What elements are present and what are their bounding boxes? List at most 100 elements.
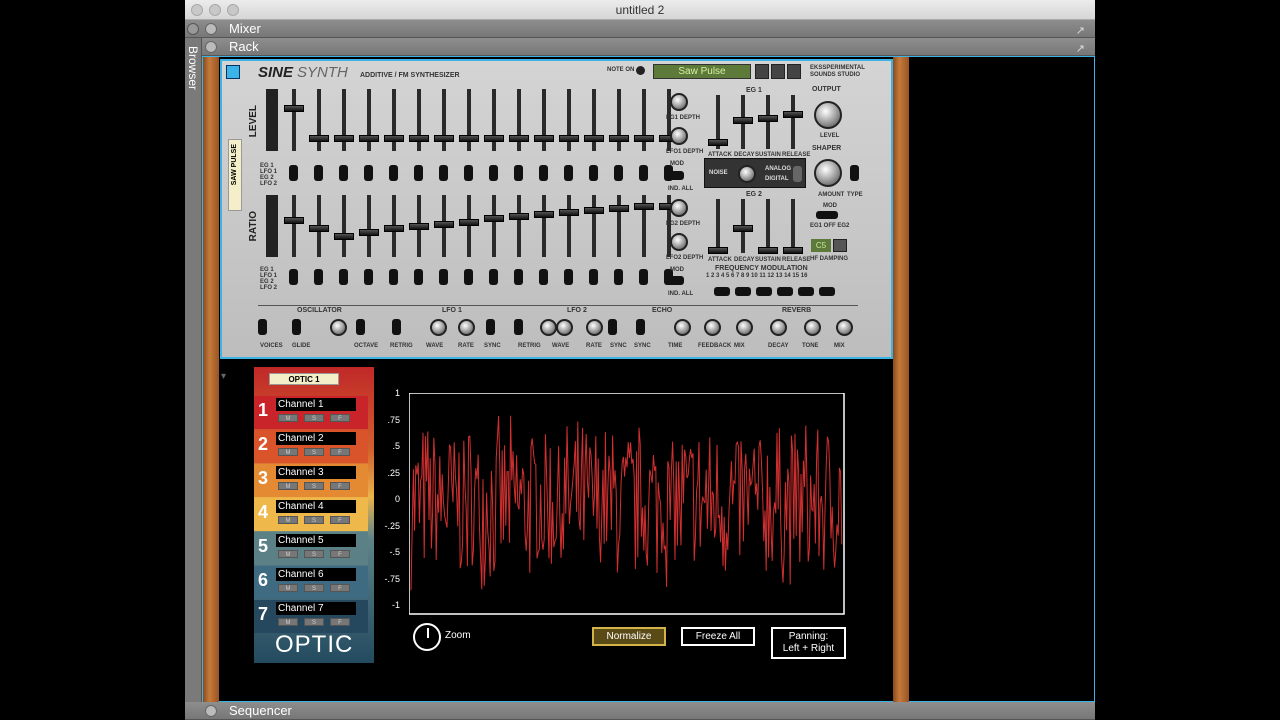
channel-name[interactable]: Channel 6 <box>276 568 356 581</box>
channel-name[interactable]: Channel 5 <box>276 534 356 547</box>
parameter-knob[interactable] <box>804 319 821 336</box>
parameter-knob[interactable] <box>330 319 347 336</box>
fm-switch[interactable] <box>735 287 751 296</box>
channel-msf-button[interactable]: F <box>330 550 350 558</box>
channel-msf-button[interactable]: S <box>304 448 324 456</box>
toggle-switch[interactable] <box>636 319 645 335</box>
ratio-fader-cap[interactable] <box>284 217 304 224</box>
channel-msf-button[interactable]: F <box>330 584 350 592</box>
ratio-mod-switch[interactable] <box>389 269 398 285</box>
level-mod-switch[interactable] <box>339 165 348 181</box>
sequencer-section-header[interactable]: Sequencer <box>185 702 1095 720</box>
channel-msf-button[interactable]: M <box>278 448 298 456</box>
mixer-toggle-dot[interactable] <box>187 23 199 35</box>
envelope-fader-cap[interactable] <box>708 247 728 254</box>
level-fader-cap[interactable] <box>484 135 504 142</box>
level-fader-cap[interactable] <box>384 135 404 142</box>
toggle-switch[interactable] <box>292 319 301 335</box>
channel-row[interactable]: 5 Channel 5 MSF <box>254 532 368 565</box>
channel-msf-button[interactable]: S <box>304 414 324 422</box>
envelope-fader-cap[interactable] <box>783 111 803 118</box>
toggle-switch[interactable] <box>356 319 365 335</box>
zoom-knob[interactable] <box>413 623 441 651</box>
channel-msf-button[interactable]: S <box>304 618 324 626</box>
ratio-fader-cap[interactable] <box>409 223 429 230</box>
ratio-fader-cap[interactable] <box>534 211 554 218</box>
level-fader-cap[interactable] <box>534 135 554 142</box>
ratio-fader-cap[interactable] <box>309 225 329 232</box>
channel-msf-button[interactable]: M <box>278 618 298 626</box>
toggle-switch[interactable] <box>514 319 523 335</box>
parameter-knob[interactable] <box>770 319 787 336</box>
channel-row[interactable]: 1 Channel 1 MSF <box>254 396 368 429</box>
level-mod-switch[interactable] <box>489 165 498 181</box>
sequencer-dot-icon[interactable] <box>205 705 217 717</box>
ratio-fader-cap[interactable] <box>484 215 504 222</box>
envelope-fader-cap[interactable] <box>708 139 728 146</box>
level-fader-cap[interactable] <box>584 135 604 142</box>
channel-row[interactable]: 4 Channel 4 MSF <box>254 498 368 531</box>
fm-switch[interactable] <box>798 287 814 296</box>
ratio-mod-switch[interactable] <box>514 269 523 285</box>
envelope-fader-cap[interactable] <box>783 247 803 254</box>
level-fader-cap[interactable] <box>309 135 329 142</box>
ratio-fader-cap[interactable] <box>384 225 404 232</box>
save-patch-button[interactable] <box>787 64 801 79</box>
channel-msf-button[interactable]: F <box>330 516 350 524</box>
channel-msf-button[interactable]: M <box>278 482 298 490</box>
ratio-mod-switch[interactable] <box>464 269 473 285</box>
level-fader-cap[interactable] <box>634 135 654 142</box>
channel-msf-button[interactable]: M <box>278 550 298 558</box>
toggle-switch[interactable] <box>486 319 495 335</box>
mod-ind-all-switch[interactable] <box>668 276 684 285</box>
toggle-switch[interactable] <box>258 319 267 335</box>
freeze-all-button[interactable]: Freeze All <box>681 627 755 646</box>
channel-row[interactable]: 6 Channel 6 MSF <box>254 566 368 599</box>
toggle-switch[interactable] <box>392 319 401 335</box>
level-mod-switch[interactable] <box>514 165 523 181</box>
parameter-knob[interactable] <box>704 319 721 336</box>
ratio-mod-switch[interactable] <box>339 269 348 285</box>
channel-msf-button[interactable]: F <box>330 482 350 490</box>
rack-section-header[interactable]: Rack ↗ <box>185 38 1095 56</box>
fm-switch[interactable] <box>819 287 835 296</box>
hf-damping-spinner[interactable] <box>833 239 847 252</box>
shaper-mod-switch[interactable] <box>816 211 838 219</box>
ratio-fader-cap[interactable] <box>509 213 529 220</box>
hf-damping-display[interactable]: C5 <box>811 239 831 252</box>
zoom-window-button[interactable] <box>227 4 239 16</box>
device-fold-arrow-icon[interactable]: ▾ <box>221 371 226 382</box>
fm-switch[interactable] <box>756 287 772 296</box>
level-mod-switch[interactable] <box>464 165 473 181</box>
level-fader-cap[interactable] <box>609 135 629 142</box>
channel-msf-button[interactable]: M <box>278 516 298 524</box>
channel-row[interactable]: 2 Channel 2 MSF <box>254 430 368 463</box>
noise-knob[interactable] <box>738 165 756 183</box>
level-fader-cap[interactable] <box>459 135 479 142</box>
mixer-dot-icon[interactable] <box>205 23 217 35</box>
level-mod-switch[interactable] <box>389 165 398 181</box>
channel-msf-button[interactable]: S <box>304 550 324 558</box>
mod-ind-all-switch[interactable] <box>668 171 684 180</box>
ratio-fader-cap[interactable] <box>359 229 379 236</box>
parameter-knob[interactable] <box>458 319 475 336</box>
channel-msf-button[interactable]: S <box>304 516 324 524</box>
ratio-fader-cap[interactable] <box>334 233 354 240</box>
envelope-fader-cap[interactable] <box>758 115 778 122</box>
channel-msf-button[interactable]: F <box>330 448 350 456</box>
envelope-fader-cap[interactable] <box>733 117 753 124</box>
level-fader-cap[interactable] <box>434 135 454 142</box>
level-mod-switch[interactable] <box>564 165 573 181</box>
level-fader-cap[interactable] <box>334 135 354 142</box>
ratio-fader-cap[interactable] <box>459 219 479 226</box>
channel-msf-button[interactable]: F <box>330 618 350 626</box>
noise-type-switch[interactable] <box>793 166 802 182</box>
channel-name[interactable]: Channel 4 <box>276 500 356 513</box>
ratio-fader-cap[interactable] <box>634 203 654 210</box>
eg2-depth-knob[interactable] <box>670 199 688 217</box>
level-mod-switch[interactable] <box>614 165 623 181</box>
ratio-mod-switch[interactable] <box>539 269 548 285</box>
mixer-section-header[interactable]: Mixer ↗ <box>185 20 1095 38</box>
level-fader-cap[interactable] <box>559 135 579 142</box>
ratio-mod-switch[interactable] <box>439 269 448 285</box>
